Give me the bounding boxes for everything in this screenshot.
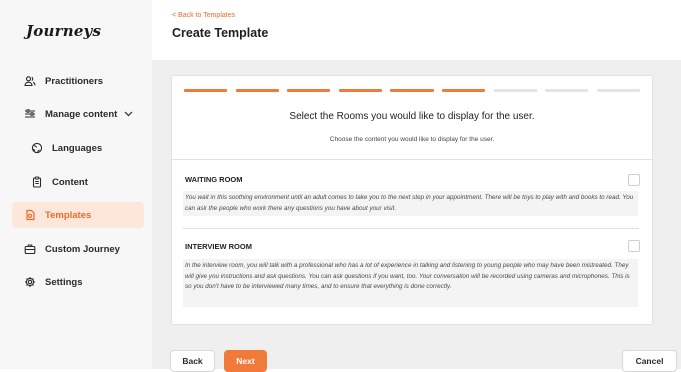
- globe-icon: [31, 142, 43, 154]
- sidebar-item-custom-journey[interactable]: Custom Journey: [12, 236, 144, 262]
- gear-icon: [24, 276, 36, 288]
- page-title: Create Template: [172, 26, 269, 40]
- sidebar-item-label: Settings: [45, 276, 83, 288]
- progress-step-complete: [390, 89, 434, 92]
- back-to-templates-link[interactable]: < Back to Templates: [172, 12, 235, 19]
- sidebar-item-settings[interactable]: Settings: [12, 269, 144, 295]
- app-logo: Journeys: [26, 22, 102, 40]
- divider: [183, 228, 639, 229]
- progress-steps: [184, 89, 640, 93]
- room-name: WAITING ROOM: [185, 175, 243, 184]
- briefcase-icon: [24, 243, 36, 255]
- room-checkbox[interactable]: [628, 240, 640, 252]
- room-name: INTERVIEW ROOM: [185, 242, 252, 251]
- card-title: Select the Rooms you would like to displ…: [289, 111, 535, 122]
- room-checkbox[interactable]: [628, 174, 640, 186]
- progress-step-complete: [184, 89, 228, 92]
- sidebar-item-manage-content[interactable]: Manage content: [12, 101, 144, 127]
- sidebar-item-languages[interactable]: Languages: [12, 135, 144, 161]
- progress-step-pending: [545, 89, 589, 92]
- page-header: < Back to Templates Create Template: [152, 0, 681, 60]
- sidebar-item-practitioners[interactable]: Practitioners: [12, 68, 144, 94]
- clipboard-icon: [31, 176, 43, 188]
- sidebar-item-label: Templates: [45, 209, 92, 221]
- sidebar-item-label: Manage content: [45, 108, 118, 120]
- sidebar-item-label: Languages: [52, 142, 103, 154]
- progress-step-complete: [442, 89, 486, 92]
- sidebar-item-label: Content: [52, 176, 88, 188]
- template-icon: [24, 209, 36, 221]
- card-subtitle: Choose the content you would like to dis…: [329, 136, 495, 143]
- sidebar-item-templates[interactable]: Templates: [12, 202, 144, 228]
- sidebar: Journeys Practitioners Manage content La…: [0, 0, 152, 369]
- sidebar-item-label: Custom Journey: [45, 243, 120, 255]
- divider: [172, 159, 652, 160]
- sidebar-item-content[interactable]: Content: [12, 169, 144, 195]
- progress-step-complete: [287, 89, 331, 92]
- users-icon: [24, 75, 36, 87]
- room-description: You wait in this soothing environment un…: [183, 191, 638, 216]
- main-content: < Back to Templates Create Template Sele…: [152, 0, 681, 372]
- chevron-down-icon: [124, 111, 133, 117]
- sliders-icon: [24, 108, 36, 120]
- progress-step-pending: [596, 89, 640, 92]
- sidebar-item-label: Practitioners: [45, 75, 104, 87]
- room-selection-card: Select the Rooms you would like to displ…: [171, 75, 653, 325]
- progress-step-complete: [235, 89, 279, 92]
- progress-step-pending: [493, 89, 537, 92]
- progress-step-complete: [338, 89, 382, 92]
- room-description: In the interview room, you will talk wit…: [183, 259, 638, 307]
